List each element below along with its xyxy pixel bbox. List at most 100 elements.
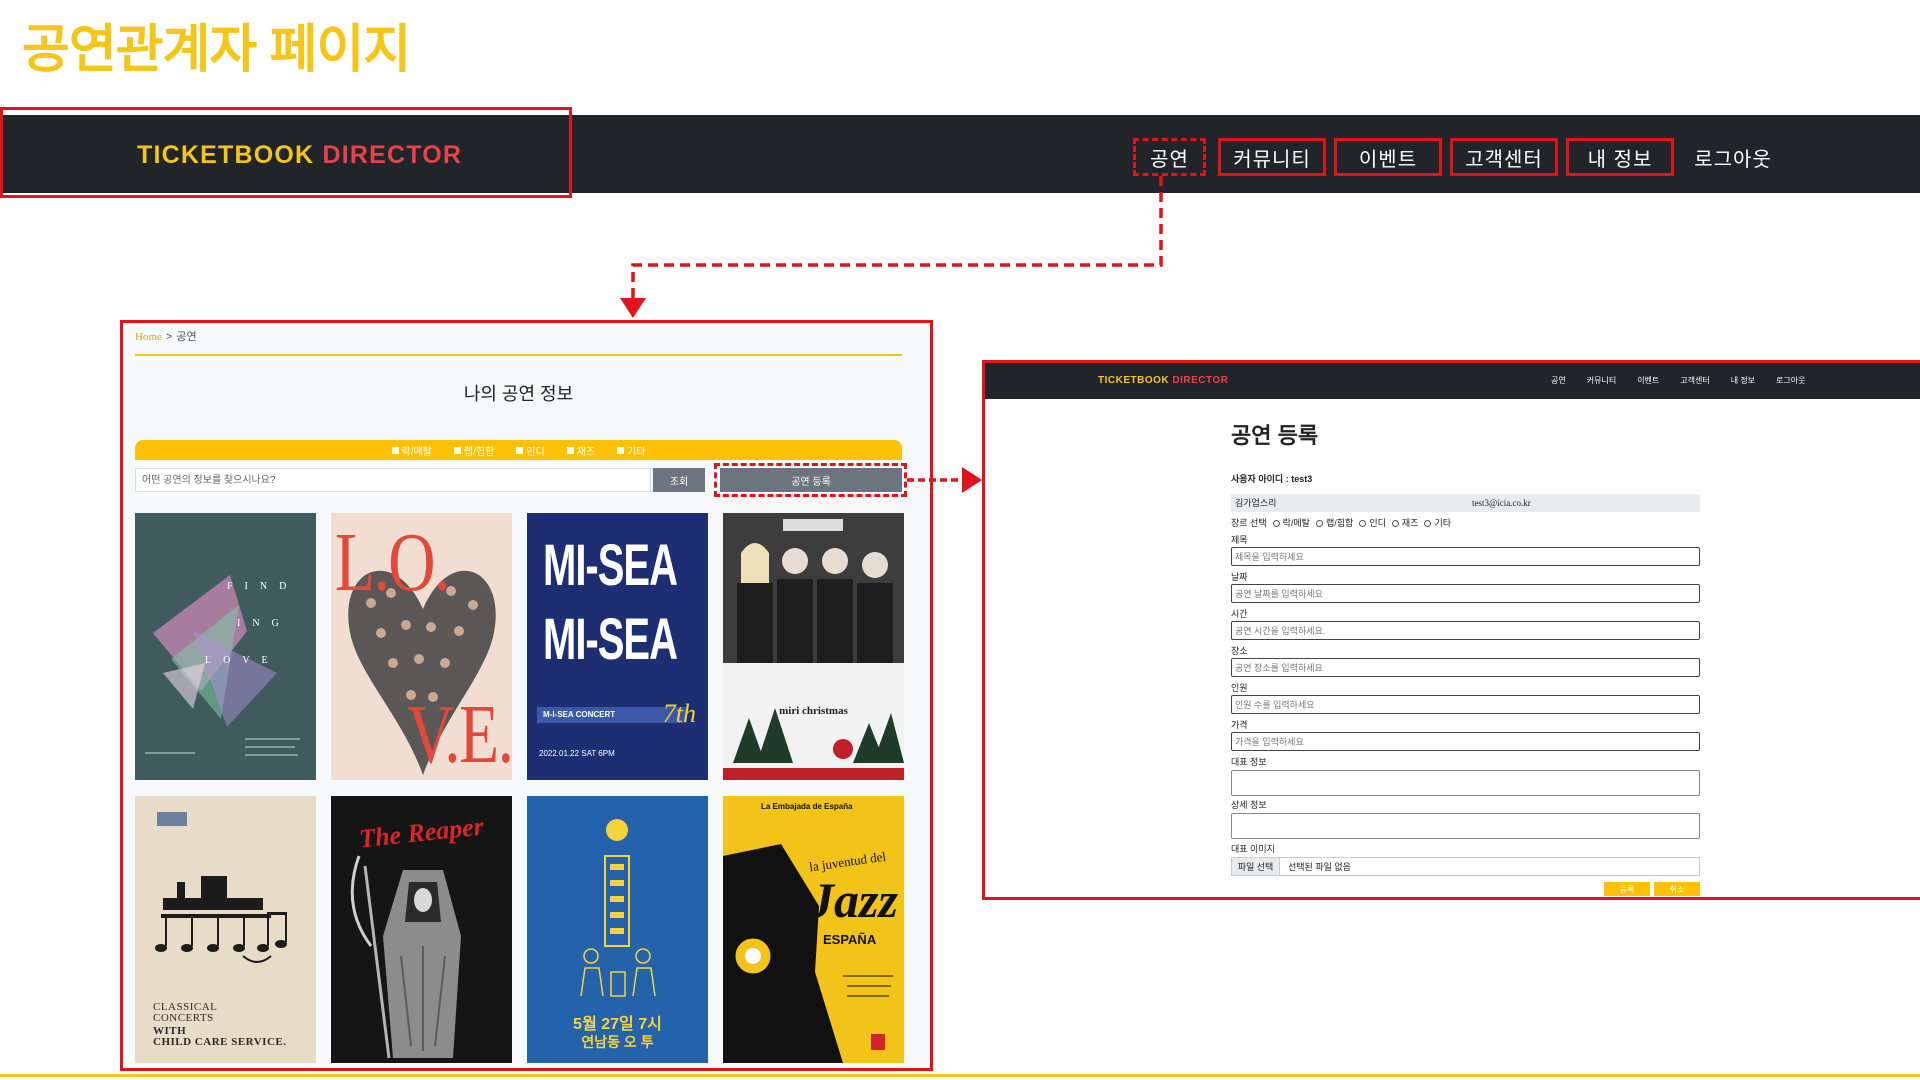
poster-title-line: FIND <box>227 581 299 592</box>
form-actions: 등록 취소 <box>1231 882 1700 896</box>
poster-edition: 7th <box>662 699 696 728</box>
genre-filter-hiphop[interactable]: 랩/힙합 <box>453 443 494 458</box>
nav-performance[interactable]: 공연 <box>1133 138 1206 176</box>
radio-jazz[interactable] <box>1391 519 1399 527</box>
genre-filter-bar: 락/메탈 랩/힙합 인디 재즈 기타 <box>135 440 902 460</box>
poster-title-top: L.O. <box>335 516 450 609</box>
time-input[interactable] <box>1231 621 1700 640</box>
register-page-navbar: TICKETBOOK DIRECTOR 공연 커뮤니티 이벤트 고객센터 내 정… <box>985 363 1920 399</box>
price-input[interactable] <box>1231 732 1700 751</box>
band-photo-art <box>723 513 904 780</box>
detail-textarea[interactable] <box>1231 813 1700 839</box>
checkbox[interactable] <box>453 446 461 454</box>
poster-art <box>145 575 300 756</box>
radio-label: 락/메탈 <box>1282 518 1310 528</box>
cancel-button[interactable]: 취소 <box>1654 882 1700 896</box>
user-info-row: 김가업스리 test3@icia.co.kr <box>1231 494 1700 512</box>
checkbox[interactable] <box>566 446 574 454</box>
poster-title-line: CHILD CARE SERVICE. <box>153 1036 287 1048</box>
poster-logo: MI-SEA <box>543 534 678 598</box>
poster-title-bottom: V.E. <box>407 688 512 780</box>
nav-logout[interactable]: 로그아웃 <box>1776 375 1805 387</box>
nav-community[interactable]: 커뮤니티 <box>1218 138 1326 176</box>
logo-ticketbook: TICKETBOOK <box>1098 375 1170 386</box>
user-id-value: test3 <box>1291 474 1313 484</box>
nav-performance[interactable]: 공연 <box>1551 375 1566 387</box>
poster-miri-christmas[interactable]: miri christmas <box>723 513 904 780</box>
right-arrowhead-icon <box>962 467 982 493</box>
poster-grid: FIND ING LOVE L.O. V.E. MI-SEA MI-SEA M-… <box>135 513 904 1063</box>
search-input[interactable] <box>135 468 651 492</box>
checkbox[interactable] <box>617 446 625 454</box>
image-file-input[interactable]: 파일 선택 선택된 파일 없음 <box>1231 857 1700 876</box>
poster-love[interactable]: L.O. V.E. <box>331 513 512 780</box>
radio-label: 인디 <box>1369 518 1386 528</box>
poster-presenter: La Embajada de España <box>761 802 853 811</box>
list-heading: 나의 공연 정보 <box>463 384 574 404</box>
register-heading: 공연 등록 <box>1231 423 1319 448</box>
summary-textarea[interactable] <box>1231 770 1700 796</box>
nav-my-info[interactable]: 내 정보 <box>1731 375 1755 387</box>
performance-list-panel: Home>공연 나의 공연 정보 락/메탈 랩/힙합 인디 재즈 기타 조회 공… <box>120 320 933 1071</box>
poster-classical-concerts[interactable]: CLASSICAL CONCERTS WITH CHILD CARE SERVI… <box>135 796 316 1063</box>
poster-venue: 연남동 오 투 <box>581 1034 654 1050</box>
breadcrumb: Home > 공연 <box>135 330 197 344</box>
poster-mi-sea-concert[interactable]: MI-SEA MI-SEA M-I-SEA CONCERT 7th 2022.0… <box>527 513 708 780</box>
register-form: 공연 등록 사용자 아이디 : test3 김가업스리 test3@icia.c… <box>1231 423 1700 896</box>
poster-the-reaper[interactable]: The Reaper <box>331 796 512 1063</box>
title-input[interactable] <box>1231 547 1700 566</box>
page-title: 공연관계자 페이지 <box>22 21 411 79</box>
poster-jazz-espana[interactable]: La Embajada de España la juventud del Ja… <box>723 796 904 1063</box>
nav-my-info[interactable]: 내 정보 <box>1566 138 1674 176</box>
venue-input[interactable] <box>1231 658 1700 677</box>
site-logo[interactable]: TICKETBOOK DIRECTOR <box>137 140 462 170</box>
breadcrumb-separator: > <box>165 331 173 343</box>
venue-label: 장소 <box>1231 646 1248 656</box>
poster-logo: MI-SEA <box>543 608 678 672</box>
poster-date: 5월 27일 7시 <box>573 1016 662 1033</box>
down-arrowhead-icon <box>620 298 646 318</box>
nav-event[interactable]: 이벤트 <box>1334 138 1442 176</box>
radio-etc[interactable] <box>1424 519 1432 527</box>
radio-label: 기타 <box>1434 518 1451 528</box>
company-name: 김가업스리 <box>1235 498 1277 508</box>
breadcrumb-current: 공연 <box>176 331 197 343</box>
nav-event[interactable]: 이벤트 <box>1637 375 1659 387</box>
breadcrumb-home[interactable]: Home <box>135 331 162 343</box>
capacity-input[interactable] <box>1231 695 1700 714</box>
poster-finding-love[interactable]: FIND ING LOVE <box>135 513 316 780</box>
nav-to-list-connector <box>631 176 1163 302</box>
site-logo[interactable]: TICKETBOOK DIRECTOR <box>1098 375 1228 387</box>
poster-title-line: ING <box>237 618 291 629</box>
radio-rock[interactable] <box>1272 519 1280 527</box>
breadcrumb-divider <box>135 354 902 356</box>
genre-filter-indie[interactable]: 인디 <box>516 443 545 458</box>
genre-filter-jazz[interactable]: 재즈 <box>566 443 596 458</box>
logo-ticketbook: TICKETBOOK <box>137 141 315 169</box>
genre-filter-rock[interactable]: 락/메탈 <box>391 443 432 458</box>
genre-filter-etc[interactable]: 기타 <box>617 443 646 458</box>
title-label: 제목 <box>1231 535 1248 545</box>
search-button[interactable]: 조회 <box>653 468 705 492</box>
choose-file-button[interactable]: 파일 선택 <box>1232 858 1280 875</box>
nav-customer-center[interactable]: 고객센터 <box>1680 375 1709 387</box>
poster-yeonnam-concert[interactable]: 5월 27일 7시 연남동 오 투 <box>527 796 708 1063</box>
nav-community[interactable]: 커뮤니티 <box>1587 375 1616 387</box>
radio-indie[interactable] <box>1359 519 1367 527</box>
checkbox[interactable] <box>516 446 524 454</box>
radio-hiphop[interactable] <box>1315 519 1323 527</box>
date-label: 날짜 <box>1231 572 1248 582</box>
checkbox[interactable] <box>391 446 399 454</box>
trumpet-player-silhouette <box>723 844 893 1063</box>
price-label: 가격 <box>1231 720 1248 730</box>
genre-filter-label: 락/메탈 <box>401 446 432 458</box>
date-input[interactable] <box>1231 584 1700 603</box>
nav-logout[interactable]: 로그아웃 <box>1692 138 1774 176</box>
genre-filter-label: 기타 <box>627 446 646 458</box>
user-id-line: 사용자 아이디 : test3 <box>1231 473 1700 485</box>
nav-customer-center[interactable]: 고객센터 <box>1450 138 1558 176</box>
poster-title-line: CONCERTS <box>153 1012 214 1024</box>
genre-filter-label: 재즈 <box>576 446 596 458</box>
register-performance-button[interactable]: 공연 등록 <box>720 468 902 492</box>
submit-button[interactable]: 등록 <box>1604 882 1650 896</box>
